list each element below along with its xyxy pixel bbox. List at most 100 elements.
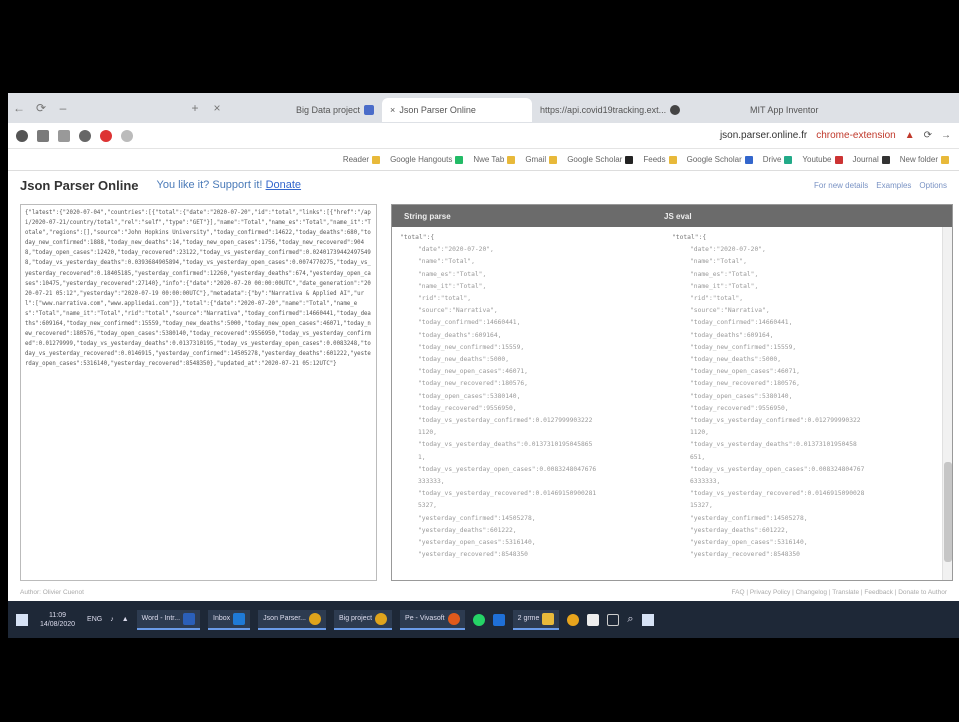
whatsapp-icon[interactable] [472, 613, 485, 626]
opera-icon[interactable] [100, 129, 112, 142]
json-line: "today_confirmed":14660441, [418, 319, 521, 327]
tab-big-data-project[interactable]: Big Data project [288, 98, 382, 122]
json-input-textarea[interactable]: {"latest":{"2020-07-04","countries":[{"t… [20, 204, 377, 581]
warning-icon[interactable]: ▲ [905, 130, 915, 141]
search-icon[interactable]: ⌕ [627, 613, 633, 626]
viewer-scrollbar[interactable] [942, 227, 952, 580]
string-parse-header: String parse [404, 211, 451, 221]
skype-icon[interactable] [79, 129, 91, 142]
json-line: "yesterday_recovered":8548350 [690, 551, 800, 559]
taskbar-app[interactable]: Pe - Vivasoft [400, 609, 465, 630]
bookmark-item[interactable]: Journal [853, 155, 890, 164]
forward-icon[interactable]: → [941, 130, 951, 141]
address-text[interactable]: json.parser.online.fr [720, 130, 807, 141]
language-indicator[interactable]: ENG [87, 616, 102, 623]
json-line: "yesterday_recovered":8548350 [418, 551, 528, 559]
bookmark-item[interactable]: Google Hangouts [390, 155, 464, 164]
json-line: "name_it":"Total", [690, 282, 759, 290]
scrollbar-thumb[interactable] [944, 462, 952, 562]
json-line: "yesterday_deaths":601222, [418, 526, 517, 534]
page-title: Json Parser Online [20, 177, 139, 193]
json-line: "date":"2020-07-20", [690, 246, 766, 254]
tab-covid-api[interactable]: https://api.covid19tracking.ext... [532, 98, 742, 122]
address-bar-row: json.parser.online.fr chrome-extension ▲… [8, 123, 959, 149]
volume-icon[interactable]: ♪ [110, 616, 114, 623]
store-icon[interactable] [587, 613, 600, 626]
windows-icon[interactable] [641, 613, 654, 626]
json-line: "today_new_confirmed":15559, [418, 343, 525, 351]
back-icon[interactable]: ← [8, 101, 30, 115]
json-line: "today_new_confirmed":15559, [690, 343, 797, 351]
header-link[interactable]: Examples [876, 181, 911, 190]
tab-label: Json Parser Online [399, 105, 476, 115]
json-line: "yesterday_deaths":601222, [690, 526, 789, 534]
json-line: "today_vs_yesterday_deaths":0.0137310195… [690, 441, 857, 449]
json-line: "total":{ [672, 234, 707, 241]
json-line: "today_confirmed":14660441, [690, 319, 793, 327]
json-line: "today_vs_yesterday_open_cases":0.008324… [690, 465, 865, 473]
bookmark-item[interactable]: New folder [900, 155, 949, 164]
taskbar-app[interactable]: Big project [333, 609, 393, 630]
extension-label[interactable]: chrome-extension [816, 130, 895, 141]
refresh-icon[interactable]: ⟳ [924, 130, 932, 141]
json-line: "rid":"total", [690, 295, 744, 303]
json-line: 6333333, [690, 478, 721, 486]
bookmark-item[interactable]: Feeds [643, 155, 677, 164]
json-line: "today_vs_yesterday_recovered":0.0146915… [690, 490, 865, 498]
tab-mit-app-inventor[interactable]: MIT App Inventor [742, 98, 862, 122]
tab-label: https://api.covid19tracking.ext... [540, 105, 667, 115]
reload-icon[interactable]: ⟳ [30, 101, 52, 115]
profile-icon[interactable] [16, 129, 28, 142]
json-line: "today_open_cases":5380140, [690, 392, 793, 400]
taskbar-clock[interactable]: 11:09 14/08/2020 [40, 611, 75, 629]
donate-link[interactable]: Donate [266, 179, 301, 191]
outlook-icon[interactable] [492, 613, 505, 626]
json-line: 1120, [418, 429, 437, 437]
settings-icon[interactable] [121, 129, 133, 142]
network-icon[interactable]: ▲ [122, 616, 129, 623]
bookmark-item[interactable]: Nwe Tab [473, 155, 516, 164]
viewer-body: "total":{"date":"2020-07-20", "name":"Tot… [392, 227, 952, 580]
header-link[interactable]: Options [919, 181, 947, 190]
screen: ← ⟳ – + × Big Data project × Json Parser… [8, 93, 959, 638]
json-line: 5327, [418, 502, 437, 510]
bookmark-item[interactable]: Youtube [802, 155, 843, 164]
footer-author[interactable]: Author: Olivier Cuenot [20, 589, 84, 596]
list-icon[interactable] [58, 129, 70, 142]
page-header: Json Parser Online You like it? Support … [8, 171, 959, 199]
json-line: "yesterday_open_cases":5316140, [418, 539, 536, 547]
bookmark-item[interactable]: Drive [763, 155, 793, 164]
bookmark-item[interactable]: Google Scholar [567, 155, 634, 164]
taskbar-app[interactable]: Inbox [208, 609, 251, 630]
bookmark-item[interactable]: Gmail [525, 155, 558, 164]
new-tab-button[interactable]: + [184, 101, 206, 115]
json-line: "today_open_cases":5380140, [418, 392, 521, 400]
json-line: "yesterday_open_cases":5316140, [690, 539, 808, 547]
github-icon [670, 105, 681, 115]
tab-close-icon[interactable]: × [390, 105, 395, 115]
tab-label: MIT App Inventor [750, 105, 819, 115]
windows-start-icon[interactable] [16, 613, 28, 626]
grid-icon[interactable] [607, 613, 620, 626]
json-line: "source":"Narrativa", [690, 307, 770, 315]
minimize-icon[interactable]: – [52, 101, 74, 115]
header-link[interactable]: For new details [814, 181, 868, 190]
json-line: 1120, [690, 429, 709, 437]
json-line: "today_vs_yesterday_recovered":0.0146915… [418, 490, 597, 498]
extension-icon[interactable] [37, 129, 49, 142]
json-line: "rid":"total", [418, 295, 472, 303]
tab-json-parser[interactable]: × Json Parser Online [382, 98, 533, 122]
json-line: "source":"Narrativa", [418, 307, 498, 315]
taskbar-app[interactable]: Json Parser... [258, 609, 326, 630]
chrome-icon[interactable] [567, 613, 580, 626]
bookmark-item[interactable]: Google Scholar [687, 155, 753, 164]
taskbar-app[interactable]: Word - Intr... [136, 609, 201, 630]
close-tab-icon[interactable]: × [206, 101, 228, 115]
bookmark-item[interactable]: Reader [343, 155, 381, 164]
footer-links[interactable]: FAQ | Privacy Policy | Changelog | Trans… [732, 589, 947, 596]
json-line: "today_vs_yesterday_confirmed":0.0127999… [418, 417, 593, 425]
page-footer: Author: Olivier Cuenot FAQ | Privacy Pol… [8, 585, 959, 599]
taskbar-app[interactable]: 2 grme [512, 609, 560, 630]
json-line: 1, [418, 453, 426, 461]
json-line: 651, [690, 453, 706, 461]
